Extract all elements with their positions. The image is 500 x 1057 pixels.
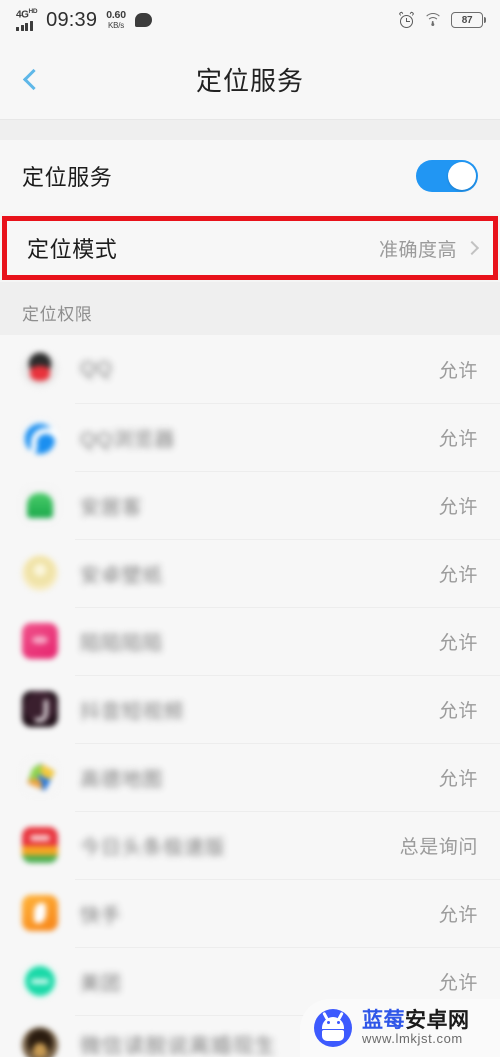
location-mode-row[interactable]: 定位模式 准确度高 bbox=[7, 221, 493, 275]
list-item[interactable]: 今日头条极速版 总是询问 bbox=[0, 811, 500, 879]
qq-browser-icon bbox=[22, 419, 58, 455]
battery-indicator: 87 bbox=[451, 12, 486, 28]
network-speed-indicator: 0.60 KB/s bbox=[106, 10, 126, 30]
location-service-card: 定位服务 bbox=[0, 140, 500, 212]
app-name-label: 安卓壁纸 bbox=[80, 564, 164, 587]
app-name-label: QQ浏览器 bbox=[80, 428, 176, 451]
douyin-icon bbox=[22, 691, 58, 727]
watermark-text: 蓝莓安卓网 www.lmkjst.com bbox=[362, 1010, 470, 1046]
app-name-label: 安居客 bbox=[80, 496, 143, 519]
qq-icon bbox=[22, 351, 58, 387]
location-service-row[interactable]: 定位服务 bbox=[0, 140, 500, 212]
amap-icon bbox=[22, 759, 58, 795]
app-permission-value: 允许 bbox=[438, 564, 478, 586]
meituan-icon bbox=[22, 963, 58, 999]
chevron-right-icon bbox=[464, 240, 480, 256]
anjuke-icon bbox=[22, 487, 58, 523]
cellular-signal-icon: 4GHD bbox=[16, 7, 38, 32]
wifi-icon bbox=[423, 13, 442, 27]
location-mode-highlight-box: 定位模式 准确度高 bbox=[2, 216, 498, 280]
page-title: 定位服务 bbox=[195, 66, 304, 96]
signal-bars-icon bbox=[16, 21, 33, 32]
alarm-clock-icon bbox=[398, 11, 415, 28]
app-icon bbox=[22, 1027, 58, 1057]
app-name-label: 高德地图 bbox=[80, 768, 164, 791]
network-speed-unit: KB/s bbox=[107, 20, 125, 30]
network-type-label: 4GHD bbox=[16, 7, 38, 21]
app-permission-value: 允许 bbox=[438, 972, 478, 994]
app-name-label: 陌陌陌陌 bbox=[80, 632, 164, 655]
app-name-label: 抖音短视频 bbox=[80, 700, 184, 723]
toutiao-icon bbox=[22, 827, 58, 863]
list-item[interactable]: 陌陌陌陌 允许 bbox=[0, 607, 500, 675]
location-service-label: 定位服务 bbox=[22, 165, 113, 190]
site-watermark: 蓝莓安卓网 www.lmkjst.com bbox=[300, 999, 500, 1057]
watermark-title-blue: 蓝莓 bbox=[362, 1009, 405, 1033]
location-service-toggle[interactable] bbox=[416, 160, 478, 192]
momo-icon bbox=[22, 623, 58, 659]
app-permission-value: 允许 bbox=[438, 632, 478, 654]
app-permission-value: 允许 bbox=[438, 428, 478, 450]
back-chevron-icon bbox=[22, 68, 45, 91]
kuaishou-icon bbox=[22, 895, 58, 931]
list-item[interactable]: QQ 允许 bbox=[0, 335, 500, 403]
status-bar-left: 4GHD 09:39 0.60 KB/s bbox=[16, 7, 152, 32]
location-mode-label: 定位模式 bbox=[27, 237, 118, 262]
list-item[interactable]: QQ浏览器 允许 bbox=[0, 403, 500, 471]
app-name-label: QQ bbox=[80, 357, 113, 380]
app-name-label: 美团 bbox=[80, 972, 122, 995]
status-bar-right: 87 bbox=[398, 11, 486, 28]
list-item[interactable]: 抖音短视频 允许 bbox=[0, 675, 500, 743]
permissions-section-header: 定位权限 bbox=[0, 282, 500, 335]
app-name-label: 快手 bbox=[80, 904, 122, 927]
list-item[interactable]: 安居客 允许 bbox=[0, 471, 500, 539]
watermark-title-dark: 安卓网 bbox=[405, 1009, 470, 1033]
app-permission-value: 允许 bbox=[438, 496, 478, 518]
app-permission-value: 允许 bbox=[438, 904, 478, 926]
battery-percent-label: 87 bbox=[461, 14, 473, 26]
list-item[interactable]: 快手 允许 bbox=[0, 879, 500, 947]
app-permission-value: 允许 bbox=[438, 360, 478, 382]
phone-screen: 4GHD 09:39 0.60 KB/s 87 定位服务 定位服务 定位模式 准… bbox=[0, 0, 500, 1057]
status-bar: 4GHD 09:39 0.60 KB/s 87 bbox=[0, 0, 500, 40]
toggle-knob bbox=[448, 162, 476, 190]
status-bar-clock: 09:39 bbox=[46, 8, 98, 31]
app-permission-value: 允许 bbox=[438, 768, 478, 790]
list-item[interactable]: 安卓壁纸 允许 bbox=[0, 539, 500, 607]
app-permission-list: QQ 允许 QQ浏览器 允许 安居客 允许 安卓壁纸 允许 陌陌陌陌 允许 抖音… bbox=[0, 335, 500, 1057]
network-speed-value: 0.60 bbox=[106, 9, 126, 22]
list-item[interactable]: 高德地图 允许 bbox=[0, 743, 500, 811]
content-top-gap bbox=[0, 120, 500, 140]
watermark-title: 蓝莓安卓网 bbox=[362, 1010, 470, 1032]
chat-bubble-icon bbox=[134, 13, 152, 27]
android-mascot-icon bbox=[314, 1009, 352, 1047]
app-permission-value: 允许 bbox=[438, 700, 478, 722]
android-wallpaper-icon bbox=[22, 555, 58, 591]
watermark-url: www.lmkjst.com bbox=[362, 1031, 463, 1047]
app-permission-value: 总是询问 bbox=[399, 836, 478, 858]
back-button[interactable] bbox=[0, 40, 62, 119]
app-name-label: 今日头条极速版 bbox=[80, 836, 226, 859]
location-mode-value: 准确度高 bbox=[378, 239, 457, 261]
navigation-bar: 定位服务 bbox=[0, 40, 500, 120]
